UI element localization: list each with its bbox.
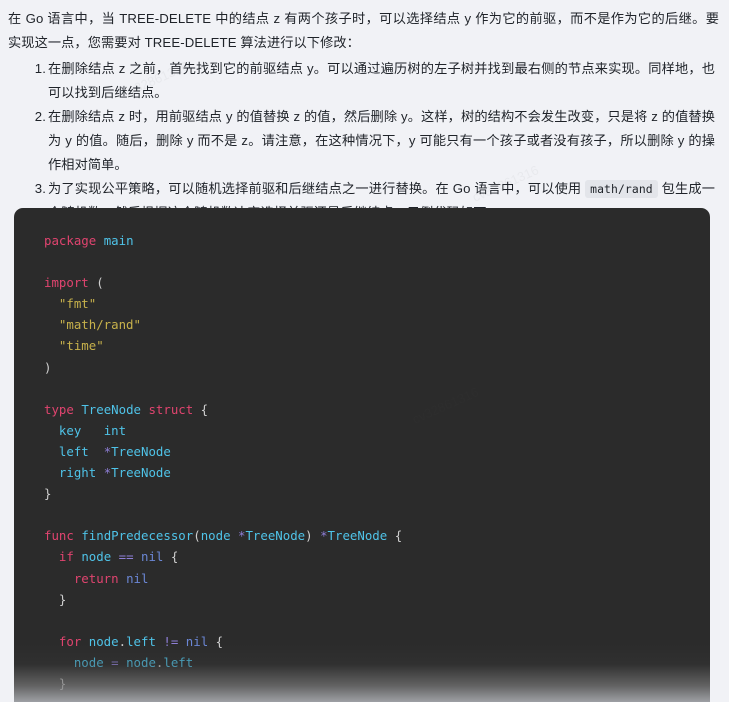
go-source-code: package main import ( "fmt" "math/rand" …: [44, 233, 403, 691]
intro-paragraph: 在 Go 语言中，当 TREE-DELETE 中的结点 z 有两个孩子时，可以选…: [8, 11, 719, 50]
list-item: 在删除结点 z 之前，首先找到它的前驱结点 y。可以通过遍历树的左子树并找到最右…: [8, 57, 715, 105]
step-3-text-before: 为了实现公平策略，可以随机选择前驱和后继结点之一进行替换。在 Go 语言中，可以…: [48, 181, 586, 196]
code-block-content: package main import ( "fmt" "math/rand" …: [14, 208, 710, 694]
step-2-text: 在删除结点 z 时，用前驱结点 y 的值替换 z 的值，然后删除 y。这样，树的…: [48, 109, 715, 172]
list-item: 在删除结点 z 时，用前驱结点 y 的值替换 z 的值，然后删除 y。这样，树的…: [8, 105, 715, 177]
inline-code-math-rand: math/rand: [585, 180, 658, 198]
code-block[interactable]: package main import ( "fmt" "math/rand" …: [14, 208, 710, 702]
article-body: 在 Go 语言中，当 TREE-DELETE 中的结点 z 有两个孩子时，可以选…: [0, 0, 729, 225]
step-1-text: 在删除结点 z 之前，首先找到它的前驱结点 y。可以通过遍历树的左子树并找到最右…: [48, 61, 715, 100]
steps-list: 在删除结点 z 之前，首先找到它的前驱结点 y。可以通过遍历树的左子树并找到最右…: [8, 57, 719, 225]
